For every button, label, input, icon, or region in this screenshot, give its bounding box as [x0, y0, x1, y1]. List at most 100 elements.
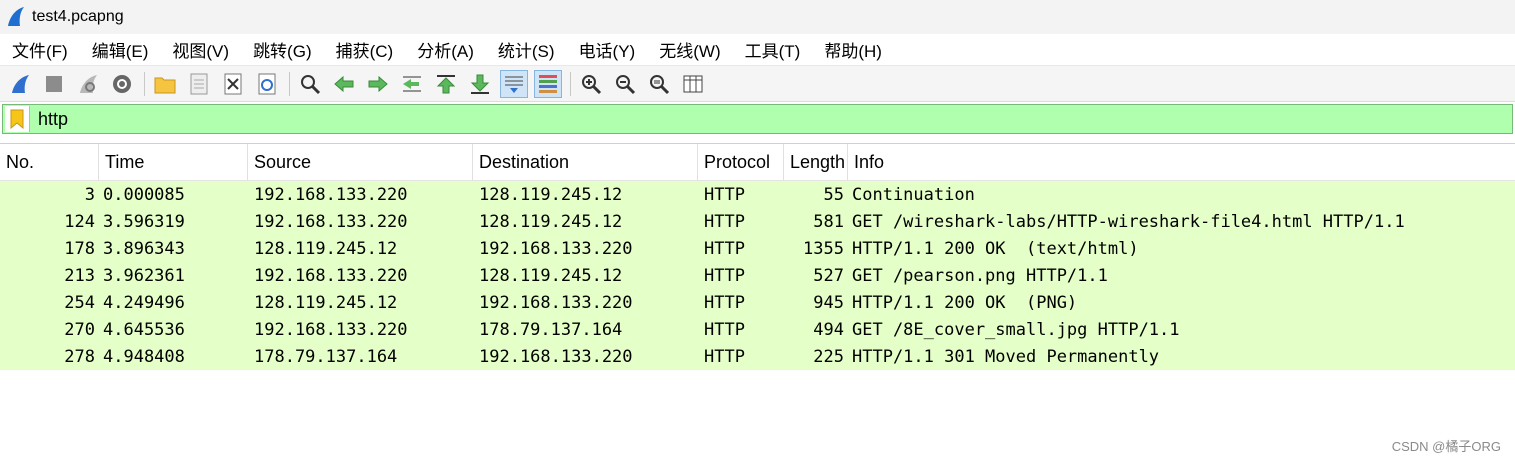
capture-options-icon[interactable]	[108, 70, 136, 98]
cell-protocol: HTTP	[704, 292, 745, 313]
cell-source: 178.79.137.164	[254, 346, 398, 367]
menu-view[interactable]: 视图(V)	[164, 37, 237, 62]
go-first-icon[interactable]	[432, 70, 460, 98]
toolbar-separator	[289, 71, 290, 96]
cell-protocol: HTTP	[704, 346, 745, 367]
cell-source: 192.168.133.220	[254, 211, 408, 232]
cell-destination: 128.119.245.12	[479, 265, 623, 286]
column-header-protocol[interactable]: Protocol	[698, 144, 784, 180]
cell-time: 4.948408	[103, 346, 185, 367]
autoscroll-icon[interactable]	[500, 69, 528, 98]
cell-time: 3.896343	[103, 238, 185, 259]
display-filter-input[interactable]	[30, 105, 1512, 133]
cell-length: 1355	[803, 238, 844, 259]
filter-bookmark-button[interactable]	[5, 106, 30, 132]
go-back-icon[interactable]	[330, 70, 358, 98]
find-packet-icon[interactable]	[296, 70, 324, 98]
cell-info: Continuation	[852, 184, 975, 205]
column-header-destination[interactable]: Destination	[473, 144, 698, 180]
column-header-time[interactable]: Time	[99, 144, 248, 180]
table-row[interactable]: 270 4.645536 192.168.133.220 178.79.137.…	[0, 316, 1515, 343]
menu-go[interactable]: 跳转(G)	[245, 37, 320, 62]
cell-no: 213	[64, 265, 95, 286]
close-file-icon[interactable]	[219, 70, 247, 98]
zoom-normal-icon[interactable]	[645, 70, 673, 98]
table-row[interactable]: 178 3.896343 128.119.245.12 192.168.133.…	[0, 235, 1515, 262]
cell-info: GET /8E_cover_small.jpg HTTP/1.1	[852, 319, 1180, 340]
go-last-icon[interactable]	[466, 70, 494, 98]
title-bar: test4.pcapng	[0, 0, 1515, 34]
colorize-icon[interactable]	[534, 69, 562, 98]
cell-protocol: HTTP	[704, 319, 745, 340]
column-header-source[interactable]: Source	[248, 144, 473, 180]
cell-destination: 178.79.137.164	[479, 319, 623, 340]
cell-source: 128.119.245.12	[254, 238, 398, 259]
menu-edit[interactable]: 编辑(E)	[84, 37, 157, 62]
cell-protocol: HTTP	[704, 211, 745, 232]
stop-capture-icon[interactable]	[40, 70, 68, 98]
go-forward-icon[interactable]	[364, 70, 392, 98]
menu-bar: 文件(F) 编辑(E) 视图(V) 跳转(G) 捕获(C) 分析(A) 统计(S…	[0, 34, 1515, 66]
main-toolbar	[0, 66, 1515, 102]
table-row[interactable]: 3 0.000085 192.168.133.220 128.119.245.1…	[0, 181, 1515, 208]
cell-info: GET /wireshark-labs/HTTP-wireshark-file4…	[852, 211, 1405, 232]
cell-source: 128.119.245.12	[254, 292, 398, 313]
cell-source: 192.168.133.220	[254, 184, 408, 205]
cell-length: 527	[813, 265, 844, 286]
restart-capture-icon[interactable]	[74, 70, 102, 98]
cell-time: 3.962361	[103, 265, 185, 286]
cell-destination: 192.168.133.220	[479, 292, 633, 313]
table-row[interactable]: 213 3.962361 192.168.133.220 128.119.245…	[0, 262, 1515, 289]
cell-no: 3	[84, 184, 95, 205]
cell-length: 55	[823, 184, 844, 205]
column-header-no[interactable]: No.	[0, 144, 99, 180]
watermark: CSDN @橘子ORG	[1391, 439, 1501, 454]
cell-source: 192.168.133.220	[254, 265, 408, 286]
go-to-packet-icon[interactable]	[398, 70, 426, 98]
packet-list: No. Time Source Destination Protocol Len…	[0, 143, 1515, 370]
menu-file[interactable]: 文件(F)	[4, 37, 76, 62]
save-file-icon[interactable]	[185, 70, 213, 98]
cell-info: GET /pearson.png HTTP/1.1	[852, 265, 1108, 286]
cell-length: 581	[813, 211, 844, 232]
open-file-icon[interactable]	[151, 70, 179, 98]
cell-destination: 192.168.133.220	[479, 238, 633, 259]
table-row[interactable]: 254 4.249496 128.119.245.12 192.168.133.…	[0, 289, 1515, 316]
table-row[interactable]: 124 3.596319 192.168.133.220 128.119.245…	[0, 208, 1515, 235]
menu-analyze[interactable]: 分析(A)	[409, 37, 482, 62]
menu-help[interactable]: 帮助(H)	[816, 37, 890, 62]
zoom-out-icon[interactable]	[611, 70, 639, 98]
menu-statistics[interactable]: 统计(S)	[490, 37, 563, 62]
reload-file-icon[interactable]	[253, 70, 281, 98]
cell-source: 192.168.133.220	[254, 319, 408, 340]
cell-protocol: HTTP	[704, 184, 745, 205]
column-header-length[interactable]: Length	[784, 144, 848, 180]
column-header-info[interactable]: Info	[848, 144, 1515, 180]
toolbar-separator	[144, 71, 145, 96]
menu-telephony[interactable]: 电话(Y)	[571, 37, 644, 62]
cell-info: HTTP/1.1 200 OK (PNG)	[852, 292, 1078, 313]
cell-time: 4.249496	[103, 292, 185, 313]
cell-protocol: HTTP	[704, 238, 745, 259]
cell-time: 0.000085	[103, 184, 185, 205]
table-row[interactable]: 278 4.948408 178.79.137.164 192.168.133.…	[0, 343, 1515, 370]
zoom-in-icon[interactable]	[577, 70, 605, 98]
menu-tools[interactable]: 工具(T)	[737, 37, 809, 62]
cell-length: 945	[813, 292, 844, 313]
cell-no: 270	[64, 319, 95, 340]
menu-wireless[interactable]: 无线(W)	[651, 37, 728, 62]
wireshark-logo-icon	[8, 7, 24, 26]
display-filter-bar	[2, 104, 1513, 134]
menu-capture[interactable]: 捕获(C)	[328, 37, 402, 62]
packet-list-header: No. Time Source Destination Protocol Len…	[0, 143, 1515, 181]
cell-time: 3.596319	[103, 211, 185, 232]
cell-time: 4.645536	[103, 319, 185, 340]
shark-fin-start-icon[interactable]	[6, 70, 34, 98]
cell-no: 278	[64, 346, 95, 367]
window-title: test4.pcapng	[32, 8, 124, 25]
bookmark-icon	[10, 109, 24, 129]
cell-protocol: HTTP	[704, 265, 745, 286]
cell-no: 178	[64, 238, 95, 259]
cell-length: 494	[813, 319, 844, 340]
resize-columns-icon[interactable]	[679, 70, 707, 98]
